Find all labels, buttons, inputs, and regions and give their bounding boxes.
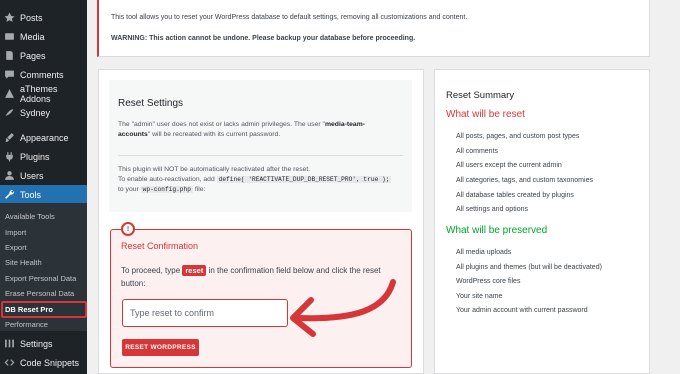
reset-wordpress-button[interactable]: RESET WORDPRESS [122,339,199,356]
sidebar-item-tools[interactable]: Tools [0,185,87,204]
reactivation-instructions: To enable auto-reactivation, add define(… [118,176,392,183]
media-icon [4,31,15,42]
preserve-list-item: All media uploads [456,249,512,256]
submenu-export-personal-data[interactable]: Export Personal Data [5,274,76,283]
confirmation-instructions-cont: button: [121,279,146,288]
submenu-import[interactable]: Import [5,228,26,237]
submenu-performance[interactable]: Performance [5,320,48,329]
sidebar-item-comments[interactable]: Comments [0,65,87,84]
notice-warning: WARNING: This action cannot be undone. P… [111,35,416,42]
sidebar-item-label: Settings [20,338,53,349]
page-icon [4,50,15,61]
sidebar-item-label: aThemes Addons [20,83,58,104]
reset-confirm-input[interactable] [122,299,288,327]
sidebar-item-label: Users [20,170,44,181]
code-snippets-icon [4,357,15,368]
sidebar-item-media[interactable]: Media [0,27,87,46]
settings-icon [4,338,15,349]
admin-user-note-cont: accounts" will be recreated with its cur… [118,131,281,138]
reset-list-item: All posts, pages, and custom post types [456,133,580,140]
sidebar-item-users[interactable]: Users [0,166,87,185]
summary-title: Reset Summary [446,90,515,101]
settings-divider [118,155,403,156]
sidebar-item-label: Pages [20,50,46,61]
reactivation-note: This plugin will NOT be automatically re… [118,166,311,173]
notice-description: This tool allows you to reset your WordP… [111,14,468,21]
warning-notice: This tool allows you to reset your WordP… [97,0,650,57]
reset-settings-title: Reset Settings [118,98,184,109]
submenu-export[interactable]: Export [5,243,27,252]
reactivate-code: define( 'REACTIVATE_DUP_DB_RESET_PRO', t… [216,176,392,183]
sydney-icon [4,107,15,118]
highlight-box [1,301,87,318]
sidebar-item-label: Posts [20,12,43,23]
reset-list-item: All categories, tags, and custom taxonom… [456,177,593,184]
reset-list-item: All comments [456,148,499,155]
comments-icon [4,69,15,80]
sidebar-item-label: Plugins [20,151,50,162]
submenu-site-health[interactable]: Site Health [5,258,42,267]
reset-keyword: reset [182,265,207,276]
alert-icon: ! [121,222,135,236]
submenu-available-tools[interactable]: Available Tools [5,212,55,221]
preserve-list-item: Your site name [456,293,503,300]
sidebar-item-code-snippets[interactable]: Code Snippets [0,353,87,372]
sidebar-item-label: Media [20,31,45,42]
reset-heading: What will be reset [446,109,525,120]
admin-sidebar: Posts Media Pages Comments aThemes Addon… [0,0,87,374]
confirmation-title: Reset Confirmation [121,241,199,251]
reset-list-item: All users except the current admin [456,162,562,169]
reactivation-instructions-cont: to your wp-config.php file: [118,186,206,193]
preserve-list-item: Your admin account with current password [456,307,588,314]
wrench-icon [4,189,15,200]
sidebar-item-settings[interactable]: Settings [0,334,87,353]
submenu-erase-personal-data[interactable]: Erase Personal Data [5,289,74,298]
sidebar-item-appearance[interactable]: Appearance [0,128,87,147]
sidebar-item-posts[interactable]: Posts [0,8,87,27]
reset-list-item: All settings and options [456,206,528,213]
sidebar-item-pages[interactable]: Pages [0,46,87,65]
brush-icon [4,132,15,143]
preserve-list-item: All plugins and themes (but will be deac… [456,264,602,271]
sidebar-item-label: Sydney [20,107,51,118]
wp-config-code: wp-config.php [140,186,193,193]
users-icon [4,170,15,181]
sidebar-item-sydney[interactable]: Sydney [0,103,87,122]
plugin-icon [4,151,15,162]
preserve-heading: What will be preserved [446,225,548,236]
preserve-list-item: WordPress core files [456,278,521,285]
addons-icon [4,88,15,99]
admin-user-note: The "admin" user does not exist or lacks… [118,121,366,128]
reset-list-item: All database tables created by plugins [456,192,574,199]
sidebar-item-label: Appearance [20,132,69,143]
sidebar-item-label: Tools [20,189,42,200]
pin-icon [4,12,15,23]
red-arrow-annotation [290,279,396,337]
sidebar-item-athemes-addons[interactable]: aThemes Addons [0,83,87,104]
sidebar-item-label: Comments [20,69,64,80]
sidebar-item-plugins[interactable]: Plugins [0,147,87,166]
sidebar-item-label: Code Snippets [20,357,80,368]
